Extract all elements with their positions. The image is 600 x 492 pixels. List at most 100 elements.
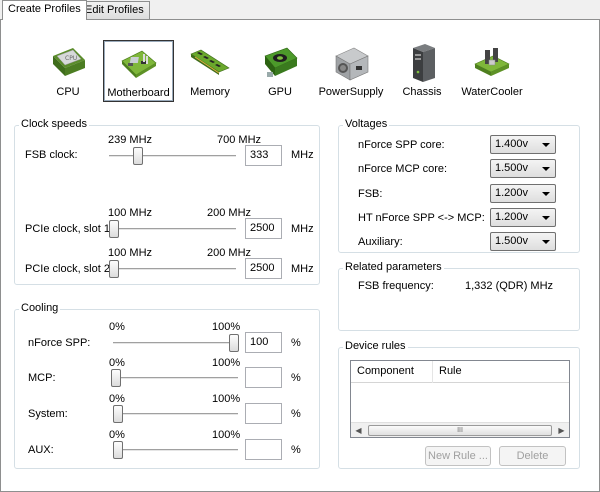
- slider-track: [109, 268, 236, 271]
- spp-fan-input[interactable]: 100: [245, 332, 282, 353]
- svg-text:CPU: CPU: [65, 55, 77, 62]
- toolbar-label-motherboard: Motherboard: [107, 87, 170, 99]
- pcie2-clock-input[interactable]: 2500: [245, 258, 282, 279]
- toolbar-label-cpu: CPU: [56, 86, 80, 98]
- voltage-label-spp-core: nForce SPP core:: [358, 139, 445, 151]
- mcp-fan-slider[interactable]: [111, 369, 238, 387]
- toolbar-label-gpu: GPU: [268, 86, 292, 98]
- system-fan-input[interactable]: [245, 403, 282, 424]
- toolbar-item-cpu[interactable]: CPU CPU: [39, 38, 97, 102]
- device-rules-title: Device rules: [343, 340, 408, 352]
- slider-thumb[interactable]: [109, 260, 119, 278]
- system-fan-slider[interactable]: [113, 405, 238, 423]
- voltage-select-spp-core[interactable]: 1.400v: [490, 135, 556, 154]
- toolbar-item-powersupply[interactable]: PowerSupply: [316, 38, 386, 102]
- dropdown-arrow-icon: [542, 240, 550, 244]
- mcp-fan-input[interactable]: [245, 367, 282, 388]
- new-rule-button[interactable]: New Rule ...: [425, 446, 491, 466]
- aux-fan-unit: %: [291, 444, 301, 456]
- spp-fan-label: nForce SPP:: [28, 337, 91, 349]
- scrollbar-grip: III: [457, 427, 463, 434]
- toolbar-label-chassis: Chassis: [402, 86, 442, 98]
- voltage-label-auxiliary: Auxiliary:: [358, 236, 403, 248]
- fsb-clock-unit: MHz: [291, 149, 314, 161]
- fsb-frequency-value: 1,332 (QDR) MHz: [465, 280, 554, 292]
- toolbar-item-motherboard[interactable]: Motherboard: [103, 40, 174, 102]
- voltage-select-mcp-core[interactable]: 1.500v: [490, 159, 556, 178]
- select-value: 1.500v: [495, 162, 529, 174]
- voltage-select-ht[interactable]: 1.200v: [490, 208, 556, 227]
- voltage-label-mcp-core: nForce MCP core:: [358, 163, 448, 175]
- fsb-clock-slider[interactable]: [109, 147, 236, 165]
- chassis-tower-icon: [413, 44, 435, 82]
- tab-edit-profiles[interactable]: Edit Profiles: [79, 1, 150, 20]
- cooling-title: Cooling: [19, 302, 61, 314]
- mcp-fan-max-label: 100%: [212, 357, 241, 369]
- column-header-component[interactable]: Component: [351, 361, 433, 383]
- voltage-label-fsb: FSB:: [358, 188, 383, 200]
- water-cooler-icon: [474, 48, 510, 76]
- pcie2-clock-slider[interactable]: [109, 260, 236, 278]
- toolbar-label-memory: Memory: [190, 86, 230, 98]
- pcie1-clock-input[interactable]: 2500: [245, 218, 282, 239]
- dropdown-arrow-icon: [542, 192, 550, 196]
- horizontal-scrollbar[interactable]: ◀ III ▶: [351, 422, 569, 437]
- power-supply-icon: [335, 47, 369, 81]
- pcie1-clock-unit: MHz: [291, 223, 314, 235]
- cpu-chip-icon: CPU: [53, 48, 85, 76]
- toolbar-label-watercooler: WaterCooler: [461, 86, 523, 98]
- voltage-select-fsb[interactable]: 1.200v: [490, 184, 556, 203]
- aux-fan-input[interactable]: [245, 439, 282, 460]
- dropdown-arrow-icon: [542, 216, 550, 220]
- slider-thumb[interactable]: [113, 405, 123, 423]
- system-fan-label: System:: [28, 408, 68, 420]
- slider-track: [113, 342, 239, 345]
- list-header: Component Rule: [351, 361, 569, 383]
- aux-fan-slider[interactable]: [113, 441, 238, 459]
- scroll-left-icon[interactable]: ◀: [351, 423, 366, 438]
- toolbar-item-chassis[interactable]: Chassis: [396, 38, 448, 102]
- clock-speeds-title: Clock speeds: [19, 118, 90, 130]
- graphics-card-icon: [264, 47, 298, 77]
- fsb-clock-input[interactable]: 333: [245, 145, 282, 166]
- motherboard-icon: [120, 50, 157, 78]
- mcp-fan-min-label: 0%: [109, 357, 125, 369]
- slider-track: [111, 377, 238, 380]
- pcie1-min-label: 100 MHz: [108, 207, 153, 219]
- mcp-fan-label: MCP:: [28, 372, 56, 384]
- mcp-fan-unit: %: [291, 372, 301, 384]
- toolbar-item-memory[interactable]: Memory: [181, 38, 239, 102]
- aux-fan-label: AUX:: [28, 444, 54, 456]
- scroll-right-icon[interactable]: ▶: [554, 423, 569, 438]
- toolbar-item-watercooler[interactable]: WaterCooler: [458, 38, 526, 102]
- slider-track: [109, 155, 236, 158]
- slider-track: [113, 449, 238, 452]
- pcie1-clock-label: PCIe clock, slot 1:: [25, 223, 114, 235]
- pcie1-clock-slider[interactable]: [109, 220, 236, 238]
- related-parameters-title: Related parameters: [343, 261, 444, 273]
- voltage-select-auxiliary[interactable]: 1.500v: [490, 232, 556, 251]
- fsb-frequency-label: FSB frequency:: [358, 280, 434, 292]
- slider-thumb[interactable]: [133, 147, 143, 165]
- select-value: 1.400v: [495, 138, 529, 150]
- pcie2-clock-label: PCIe clock, slot 2:: [25, 263, 114, 275]
- slider-thumb[interactable]: [113, 441, 123, 459]
- tab-create-profiles[interactable]: Create Profiles: [2, 0, 87, 20]
- slider-thumb[interactable]: [109, 220, 119, 238]
- column-header-rule[interactable]: Rule: [433, 361, 569, 383]
- slider-thumb[interactable]: [229, 334, 239, 352]
- aux-fan-min-label: 0%: [109, 429, 125, 441]
- slider-track: [113, 413, 238, 416]
- slider-thumb[interactable]: [111, 369, 121, 387]
- spp-fan-unit: %: [291, 337, 301, 349]
- related-parameters-group: Related parameters: [338, 261, 580, 331]
- scrollbar-thumb[interactable]: III: [368, 425, 552, 436]
- toolbar-item-gpu[interactable]: GPU: [251, 38, 309, 102]
- delete-button[interactable]: Delete: [499, 446, 566, 466]
- spp-fan-slider[interactable]: [113, 334, 239, 352]
- pcie2-min-label: 100 MHz: [108, 247, 153, 259]
- fsb-min-label: 239 MHz: [108, 134, 153, 146]
- device-rules-list[interactable]: Component Rule ◀ III ▶: [350, 360, 570, 438]
- fsb-clock-label: FSB clock:: [25, 149, 78, 161]
- memory-module-icon: [190, 49, 230, 75]
